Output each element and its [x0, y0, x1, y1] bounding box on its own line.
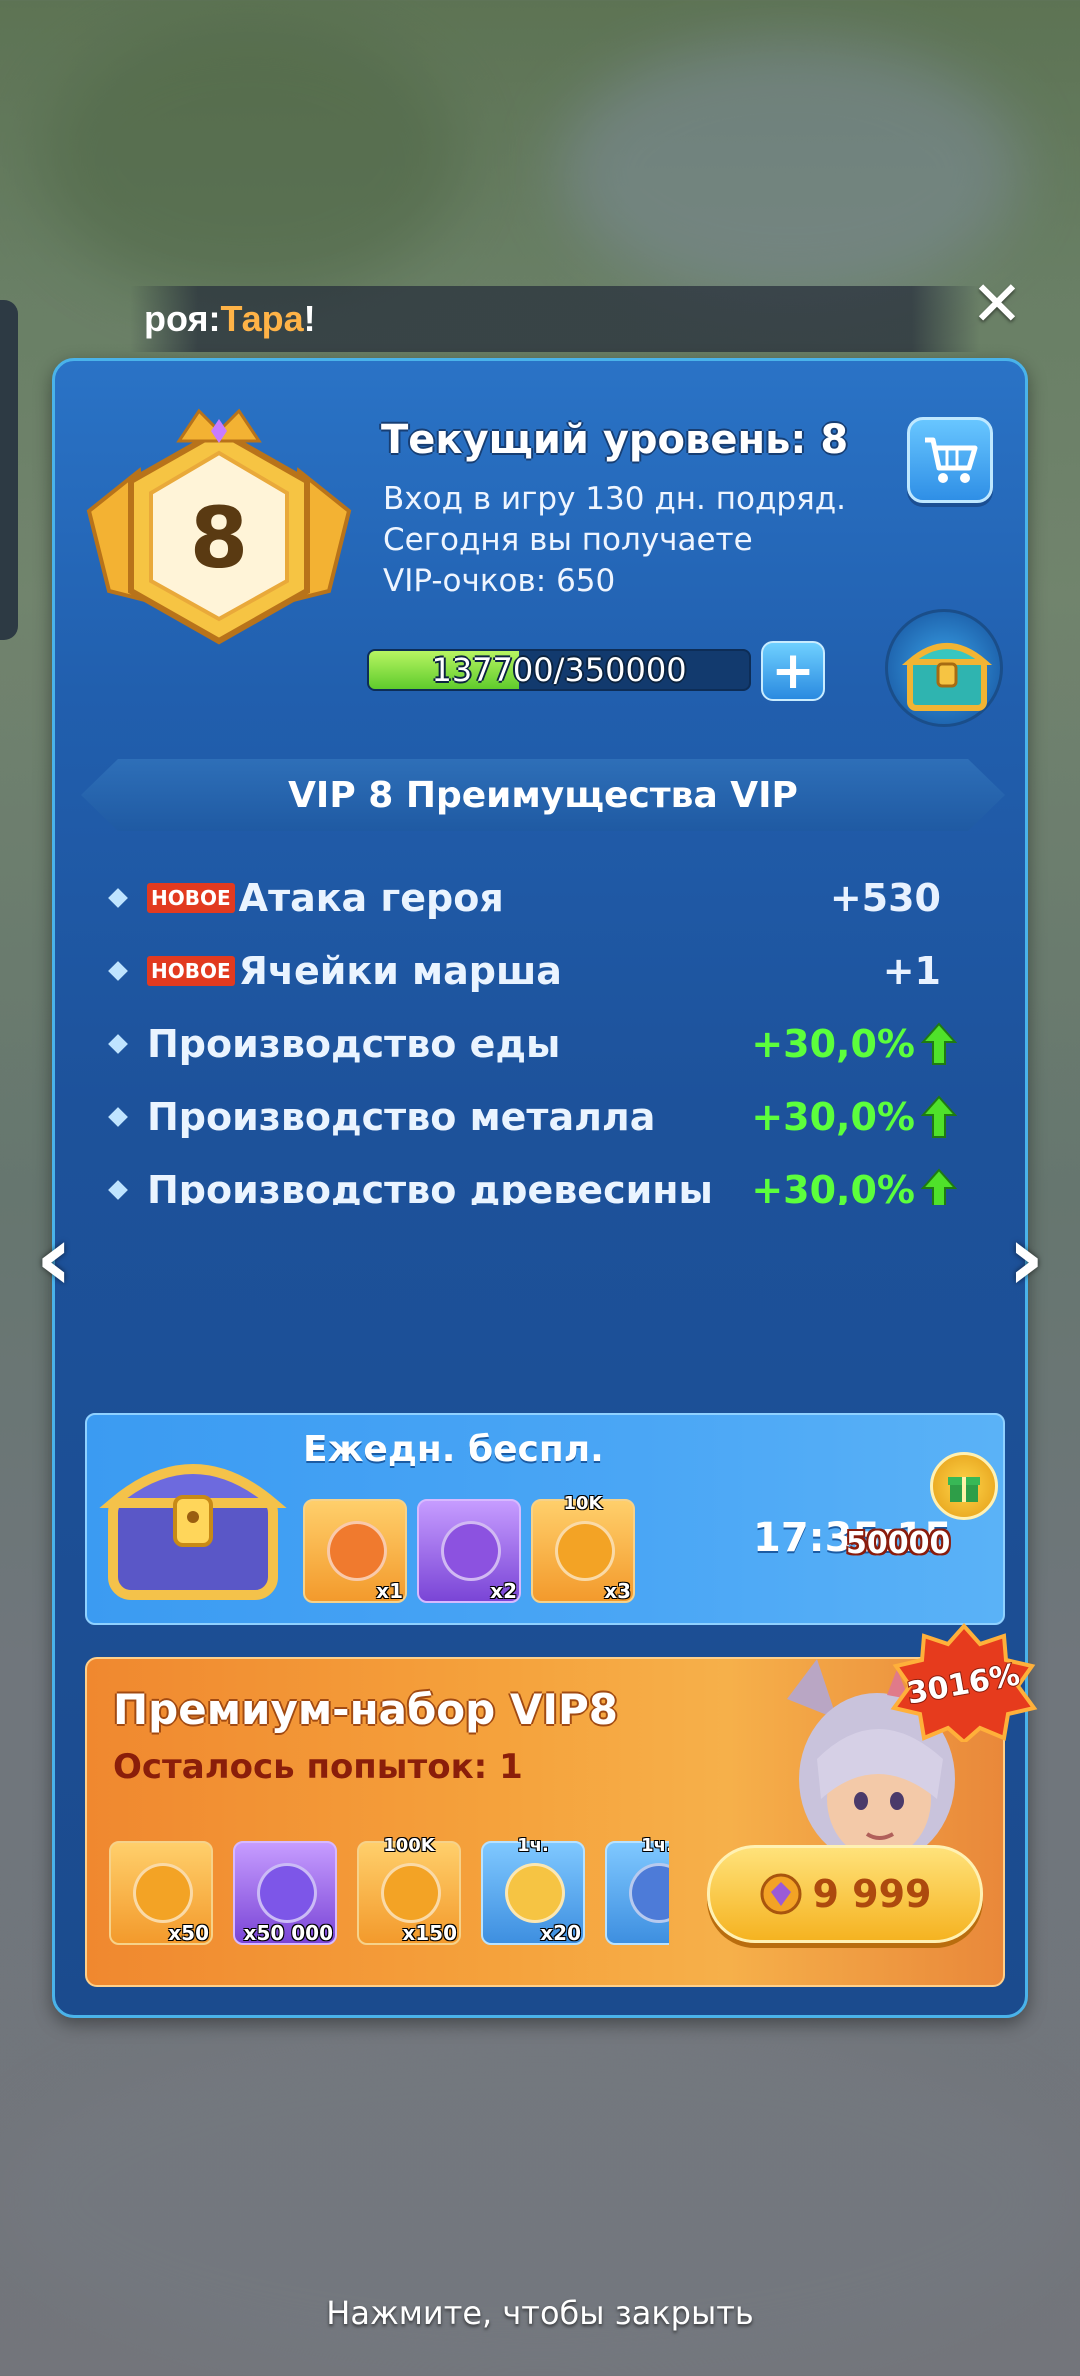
prev-vip-level-arrow[interactable]: ‹	[26, 1206, 82, 1311]
gift-icon	[930, 1452, 998, 1520]
benefit-value: +530	[829, 875, 941, 920]
reward-item-top-label: 100K	[383, 1835, 435, 1856]
reward-item-qty: x20	[540, 1921, 581, 1945]
shop-cart-button[interactable]	[907, 417, 993, 503]
speedup-training-icon	[629, 1863, 669, 1923]
reward-item-qty: x50	[168, 1921, 209, 1945]
bullet-diamond-icon	[108, 1033, 128, 1054]
bullet-diamond-icon	[108, 887, 128, 908]
bullet-diamond-icon	[108, 960, 128, 981]
speedup-hammer-icon	[505, 1863, 565, 1923]
green-up-arrow-icon	[921, 1167, 957, 1205]
green-up-arrow-icon	[921, 1021, 957, 1065]
reward-item-top-label: 10K	[563, 1493, 603, 1514]
reward-item[interactable]: 1ч. x20	[481, 1835, 585, 1945]
benefits-list[interactable]: НОВОЕ Атака героя +530 НОВОЕ Ячейки марша +1 П…	[95, 861, 995, 1205]
close-icon[interactable]: ✕	[964, 267, 1030, 340]
benefits-section-header: VIP 8 Преимущества VIP	[81, 759, 1005, 831]
benefit-row: НОВОЕ Атака героя +530	[95, 861, 995, 934]
gem-icon	[257, 1863, 317, 1923]
ticker-prefix: роя:	[144, 298, 221, 339]
announcement-ticker: роя: Тара!	[130, 286, 980, 352]
reward-item-top-label: 1ч.	[517, 1835, 549, 1856]
reward-item[interactable]: 1ч.	[605, 1835, 669, 1945]
bonus-percent-badge: 3016%	[890, 1622, 1038, 1742]
premium-pack-card[interactable]: Премиум-набор VIP8 Осталось попыток: 1 x…	[85, 1657, 1005, 1987]
daily-free-card[interactable]: Ежедн. беспл. x1 x2 10K x3 17:35:15	[85, 1413, 1005, 1625]
benefit-label: Производство металла	[147, 1094, 656, 1139]
add-vip-points-button[interactable]: +	[761, 641, 825, 701]
current-level-title: Текущий уровень: 8	[381, 417, 849, 463]
benefit-row: НОВОЕ Ячейки марша +1	[95, 934, 995, 1007]
next-vip-level-arrow[interactable]: ›	[998, 1206, 1054, 1311]
vip-level-badge: 8	[86, 408, 352, 645]
vip-chest-button[interactable]	[885, 609, 1003, 727]
vip-points-text: VIP-очков: 650	[383, 563, 616, 599]
reward-item-qty: x3	[604, 1579, 631, 1603]
gem-coin-icon	[760, 1873, 801, 1915]
crown-coin-icon	[133, 1863, 193, 1923]
reward-item[interactable]: 10K x3	[531, 1493, 635, 1603]
premium-items-strip[interactable]: x50 x50 000 100K x150 1ч. x20 1ч.	[109, 1835, 669, 1955]
reward-item-qty: x150	[402, 1921, 457, 1945]
vip-panel: 8 Текущий уровень: 8 Вход в игру 130 дн.…	[52, 358, 1028, 2018]
reward-item-qty: x1	[376, 1579, 403, 1603]
reward-item-qty: x2	[490, 1579, 517, 1603]
cart-icon	[925, 437, 978, 483]
benefit-value: +30,0%	[751, 1167, 915, 1206]
vip-progress-text: 137700/350000	[431, 651, 687, 689]
today-receive-text: Сегодня вы получаете	[383, 522, 753, 558]
reward-item-top-label: 1ч.	[641, 1835, 669, 1856]
premium-pack-title: Премиум-набор VIP8	[113, 1685, 618, 1734]
reward-item[interactable]: x1	[303, 1499, 407, 1603]
premium-price: 9 999	[812, 1872, 932, 1916]
gift-gem-count: 50000	[846, 1526, 951, 1561]
reward-item-qty: x50 000	[243, 1921, 333, 1945]
benefit-label: Атака героя	[238, 875, 504, 920]
ticker-hero-name: Тара	[220, 298, 304, 339]
exp-badge-icon	[381, 1863, 441, 1923]
bullet-diamond-icon	[108, 1106, 128, 1127]
reward-item[interactable]: x2	[417, 1499, 521, 1603]
premium-buy-button[interactable]: 9 999	[707, 1845, 983, 1943]
reward-item[interactable]: x50 000	[233, 1841, 337, 1945]
green-up-arrow-icon	[921, 1094, 957, 1138]
benefit-label: Ячейки марша	[238, 948, 562, 993]
benefit-value: +30,0%	[751, 1021, 915, 1066]
vip-progress-bar: 137700/350000	[367, 649, 751, 691]
star-card-icon	[441, 1521, 501, 1581]
benefit-value: +1	[882, 948, 941, 993]
side-drawer-tab[interactable]	[0, 300, 18, 640]
ticker-suffix: !	[303, 298, 316, 339]
benefit-row: Производство древесины +30,0%	[95, 1153, 995, 1205]
daily-chest-icon	[99, 1464, 287, 1600]
reward-item[interactable]: x50	[109, 1841, 213, 1945]
benefit-label: Производство еды	[147, 1021, 561, 1066]
benefit-label: Производство древесины	[147, 1167, 713, 1206]
reward-item[interactable]: 100K x150	[357, 1835, 461, 1945]
benefit-value: +30,0%	[751, 1094, 915, 1139]
login-streak-text: Вход в игру 130 дн. подряд.	[383, 481, 847, 517]
benefit-row: Производство еды +30,0%	[95, 1007, 995, 1080]
treasure-chest-icon	[901, 643, 993, 711]
exp-badge-icon	[555, 1521, 615, 1581]
puzzle-piece-icon	[327, 1521, 387, 1581]
benefit-row: Производство металла +30,0%	[95, 1080, 995, 1153]
premium-attempts-left: Осталось попыток: 1	[113, 1747, 523, 1787]
tap-to-close-hint[interactable]: Нажмите, чтобы закрыть	[0, 2294, 1080, 2332]
vip-level-number: 8	[190, 489, 248, 587]
daily-free-title: Ежедн. беспл.	[303, 1429, 604, 1470]
bullet-diamond-icon	[108, 1179, 128, 1200]
new-tag: НОВОЕ	[147, 882, 235, 913]
new-tag: НОВОЕ	[147, 955, 235, 986]
